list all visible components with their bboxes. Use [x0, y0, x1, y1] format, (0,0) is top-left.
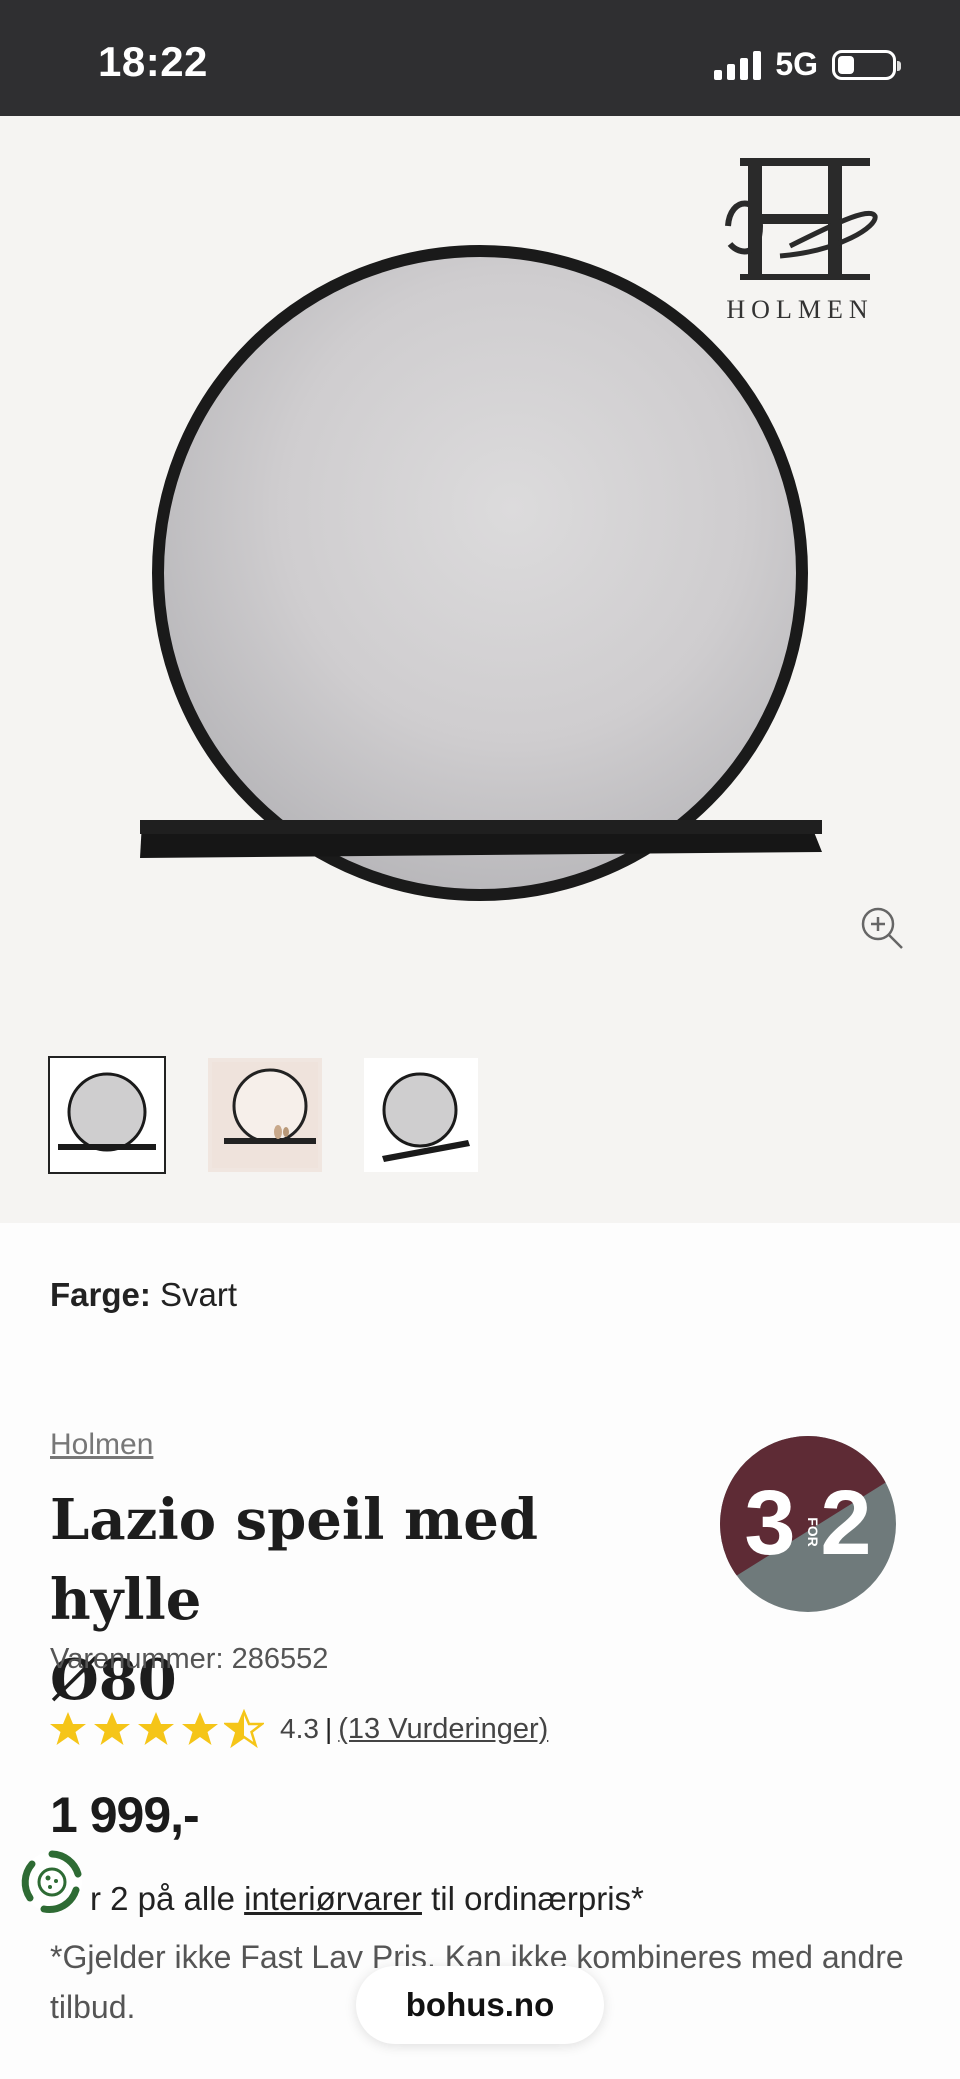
thumbnail-room[interactable]: [208, 1058, 322, 1172]
zoom-in-icon[interactable]: [858, 904, 906, 952]
campaign-badge: 3 FOR 2: [720, 1436, 896, 1612]
thumbnail-angle[interactable]: [364, 1058, 478, 1172]
browser-url-pill[interactable]: bohus.no: [356, 1966, 604, 2044]
half-star-icon: [224, 1709, 264, 1749]
star-icon: [138, 1712, 174, 1745]
main-product-image[interactable]: HOLMEN: [0, 116, 960, 1036]
color-value: Svart: [160, 1276, 238, 1313]
badge-number-right: 2: [820, 1472, 871, 1574]
rating-row: 4.3 | (13 Vurderinger): [48, 1708, 548, 1750]
rating-stars: [48, 1709, 264, 1749]
network-label: 5G: [775, 46, 818, 82]
rating-value: 4.3: [280, 1713, 319, 1744]
product-title: Lazio speil med hylle Ø80: [50, 1480, 670, 1720]
status-icons: 5G: [714, 46, 901, 83]
sku: Varenummer: 286552: [50, 1643, 329, 1675]
star-icon: [182, 1712, 218, 1745]
brand-link[interactable]: Holmen: [50, 1428, 153, 1462]
color-label: Farge:: [50, 1276, 151, 1313]
thumbnail-strip: [48, 1056, 478, 1174]
thumbnail-front[interactable]: [48, 1056, 166, 1174]
brand-logo: HOLMEN: [715, 156, 885, 325]
cookie-consent-icon[interactable]: [18, 1848, 86, 1916]
badge-for-label: FOR: [805, 1517, 821, 1547]
star-icon: [94, 1712, 130, 1745]
product-gallery: HOLMEN: [0, 116, 960, 1223]
promo-text-before: r 2 på alle: [90, 1880, 235, 1917]
status-bar: 18:22 5G: [0, 0, 960, 116]
promo-line: r 2 på alle interiørvarer til ordinærpri…: [90, 1880, 644, 1918]
badge-number-left: 3: [744, 1472, 795, 1574]
star-icon: [50, 1712, 86, 1745]
brand-logo-text: HOLMEN: [726, 295, 874, 324]
promo-category-link[interactable]: interiørvarer: [244, 1880, 422, 1917]
battery-icon: [832, 49, 901, 80]
status-time: 18:22: [98, 38, 208, 85]
color-selector: Farge: Svart: [50, 1276, 237, 1314]
signal-bars-icon: [714, 50, 762, 80]
price: 1 999,-: [50, 1787, 200, 1843]
rating-separator: |: [324, 1713, 333, 1744]
reviews-link[interactable]: (13 Vurderinger): [338, 1713, 548, 1746]
product-title-line-1: Lazio speil med hylle: [50, 1487, 538, 1633]
promo-text-after: til ordinærpris*: [431, 1880, 644, 1917]
